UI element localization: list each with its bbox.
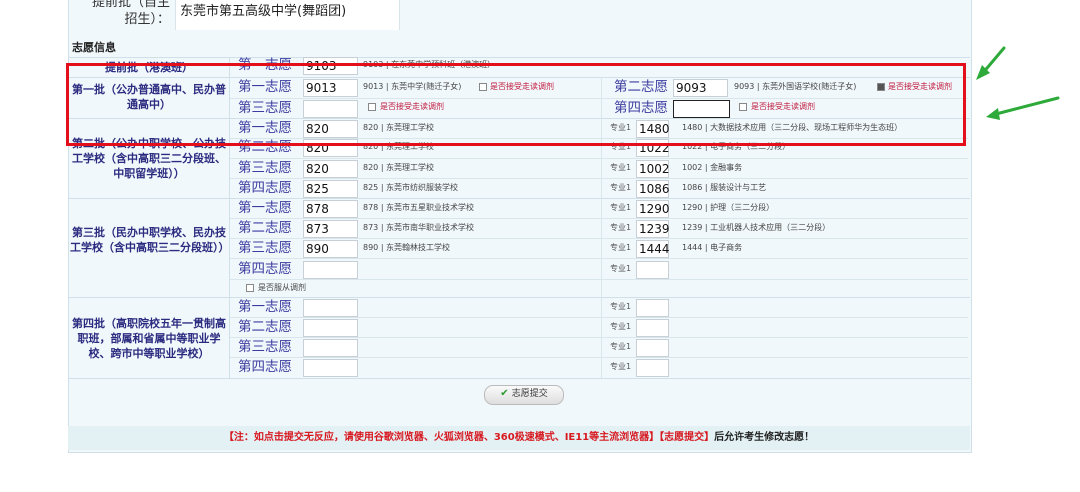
notice-black-text: 后允许考生修改志愿！ bbox=[714, 432, 815, 443]
divider bbox=[68, 57, 970, 58]
major-desc: 1086 | 服装设计与工艺 bbox=[682, 183, 767, 192]
major-desc: 1002 | 金融事务 bbox=[682, 163, 743, 172]
notice-red-text: 【注：如点击提交无反应，请使用谷歌浏览器、火狐浏览器、360极速模式、IE11等… bbox=[223, 432, 715, 443]
divider bbox=[68, 297, 970, 298]
pref-label: 第四志愿 bbox=[238, 261, 292, 277]
school-code-input[interactable]: 825 bbox=[303, 180, 358, 198]
major-desc: 1444 | 电子商务 bbox=[682, 243, 743, 252]
school-code-input[interactable] bbox=[303, 359, 358, 377]
major-desc: 1290 | 护理（三二分段） bbox=[682, 203, 775, 212]
major-code-input[interactable] bbox=[636, 339, 669, 357]
divider bbox=[230, 218, 968, 219]
pref-label: 第四志愿 bbox=[238, 180, 292, 196]
divider bbox=[230, 178, 968, 179]
section-title: 志愿信息 bbox=[72, 41, 116, 54]
school-code-input[interactable] bbox=[303, 319, 358, 337]
school-desc: 873 | 东莞市南华职业技术学校 bbox=[363, 223, 475, 232]
major-label: 专业1 bbox=[610, 163, 632, 172]
major-label: 专业1 bbox=[610, 302, 632, 311]
pref-label: 第一志愿 bbox=[238, 200, 292, 216]
check-icon: ✔ bbox=[500, 388, 509, 399]
notice-bar: 【注：如点击提交无反应，请使用谷歌浏览器、火狐浏览器、360极速模式、IE11等… bbox=[68, 426, 970, 450]
major-code-input[interactable]: 1239 bbox=[636, 220, 670, 238]
pref-label: 第二志愿 bbox=[238, 220, 292, 236]
major-label: 专业1 bbox=[610, 223, 632, 232]
divider bbox=[68, 378, 970, 379]
submit-label: 志愿提交 bbox=[511, 389, 548, 399]
school-code-input[interactable] bbox=[303, 339, 358, 357]
divider bbox=[230, 238, 968, 239]
major-label: 专业1 bbox=[610, 322, 632, 331]
early-batch-label: 提前批（自主招生）： bbox=[91, 0, 170, 27]
school-desc: 878 | 东莞市五星职业技术学校 bbox=[363, 203, 475, 212]
major-code-input[interactable]: 1002 bbox=[636, 160, 670, 178]
green-arrow-icon bbox=[976, 46, 1060, 120]
major-code-input[interactable] bbox=[636, 299, 669, 317]
divider bbox=[230, 357, 968, 358]
divider bbox=[230, 258, 968, 259]
school-code-input[interactable]: 820 bbox=[303, 160, 358, 178]
major-code-input[interactable] bbox=[636, 319, 669, 337]
divider bbox=[230, 279, 968, 280]
major-label: 专业1 bbox=[610, 203, 632, 212]
major-code-input[interactable] bbox=[636, 261, 669, 279]
major-desc: 1239 | 工业机器人技术应用（三二分段） bbox=[682, 223, 831, 232]
pref-label: 第三志愿 bbox=[238, 160, 292, 176]
school-desc: 825 | 东莞市纺织服装学校 bbox=[363, 183, 459, 192]
highlight-box bbox=[66, 63, 966, 146]
batch-label-third: 第三批（民办中职学校、民办技工学校（含中高职三二分段班）） bbox=[70, 226, 230, 254]
school-desc: 820 | 东莞理工学校 bbox=[363, 163, 435, 172]
school-code-input[interactable]: 890 bbox=[303, 240, 358, 258]
major-code-input[interactable]: 1290 bbox=[636, 200, 670, 218]
submit-button[interactable]: ✔ 志愿提交 bbox=[484, 385, 564, 405]
batch-label-fourth: 第四批（高职院校五年一贯制高职班，部属和省属中等职业学校、跨市中等职业学校） bbox=[72, 317, 226, 360]
pref-label: 第二志愿 bbox=[238, 319, 292, 335]
pref-label: 第四志愿 bbox=[238, 359, 292, 375]
major-label: 专业1 bbox=[610, 243, 632, 252]
divider bbox=[230, 158, 968, 159]
school-code-input[interactable] bbox=[303, 261, 358, 279]
school-code-input[interactable] bbox=[303, 299, 358, 317]
major-label: 专业1 bbox=[610, 183, 632, 192]
divider bbox=[230, 337, 968, 338]
major-code-input[interactable]: 1444 bbox=[636, 240, 670, 258]
divider bbox=[230, 317, 968, 318]
pref-label: 第三志愿 bbox=[238, 339, 292, 355]
major-label: 专业1 bbox=[610, 342, 632, 351]
divider bbox=[68, 198, 970, 199]
obey-adjust-checkbox[interactable] bbox=[246, 284, 254, 292]
school-code-input[interactable]: 873 bbox=[303, 220, 358, 238]
early-batch-value: 东莞市第五高级中学(舞蹈团) bbox=[175, 0, 400, 30]
school-code-input[interactable]: 878 bbox=[303, 200, 358, 218]
major-label: 专业1 bbox=[610, 264, 632, 273]
major-label: 专业1 bbox=[610, 362, 632, 371]
major-code-input[interactable]: 1086 bbox=[636, 180, 670, 198]
pref-label: 第三志愿 bbox=[238, 240, 292, 256]
school-desc: 890 | 东莞翰林技工学校 bbox=[363, 243, 451, 252]
pref-label: 第一志愿 bbox=[238, 299, 292, 315]
obey-adjust-label: 是否服从调剂 bbox=[258, 283, 306, 292]
major-code-input[interactable] bbox=[636, 359, 669, 377]
